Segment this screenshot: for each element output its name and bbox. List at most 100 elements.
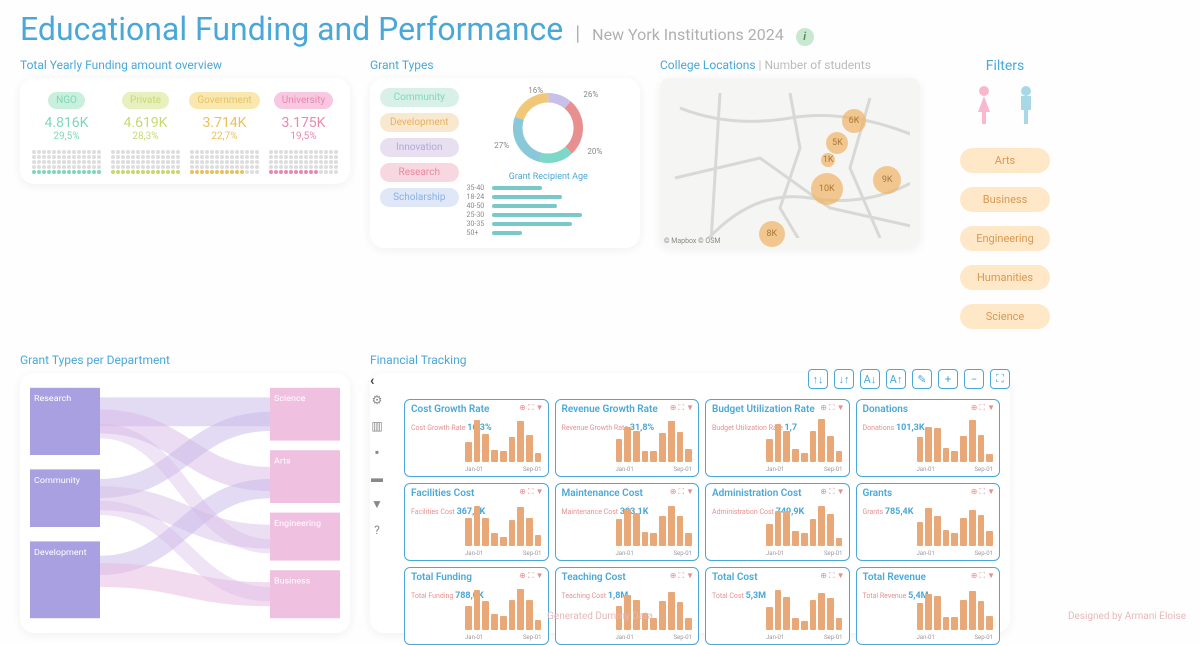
ft-card-action-icon[interactable]: ⛶ xyxy=(829,487,835,497)
sparkline-axis: Jan-01Sep-01 xyxy=(917,550,994,557)
ft-card[interactable]: Teaching CostTeaching Cost 1,8M⊕⛶▼Jan-01… xyxy=(555,567,700,645)
age-label: 35-40 xyxy=(467,184,489,192)
ft-card-action-icon[interactable]: ▼ xyxy=(686,487,694,497)
sankey-label: Arts xyxy=(274,457,291,467)
age-row: 35-40 xyxy=(467,184,630,192)
back-icon[interactable]: ‹ xyxy=(370,373,374,389)
sparkline-bars xyxy=(465,592,542,630)
ft-card[interactable]: DonationsDonations 101,3K⊕⛶▼Jan-01Sep-01 xyxy=(856,399,1001,477)
ft-card-action-icon[interactable]: ⊕ xyxy=(519,487,526,497)
filter-pill-engineering[interactable]: Engineering xyxy=(960,226,1050,251)
ft-card-action-icon[interactable]: ⛶ xyxy=(528,487,534,497)
ft-card-action-icon[interactable]: ▼ xyxy=(536,403,544,413)
ft-card[interactable]: Total RevenueTotal Revenue 5,4M⊕⛶▼Jan-01… xyxy=(856,567,1001,645)
ft-card[interactable]: Facilities CostFacilities Cost 367,5K⊕⛶▼… xyxy=(404,483,549,561)
ft-card[interactable]: Administration CostAdministration Cost 7… xyxy=(705,483,850,561)
ft-card-action-icon[interactable]: ⊕ xyxy=(971,403,978,413)
ft-card-action-icon[interactable]: ▼ xyxy=(536,487,544,497)
sparkline-bars xyxy=(766,508,843,546)
male-icon[interactable] xyxy=(1014,84,1038,128)
filter-pill-humanities[interactable]: Humanities xyxy=(960,265,1050,290)
ft-card-action-icon[interactable]: ▼ xyxy=(837,571,845,581)
ft-card-action-icon[interactable]: ⛶ xyxy=(678,403,684,413)
map-bubble[interactable]: 1K xyxy=(821,153,835,167)
fullscreen-icon[interactable]: ⛶ xyxy=(990,369,1010,389)
sparkline-bars xyxy=(766,592,843,630)
ft-card-action-icon[interactable]: ▼ xyxy=(686,403,694,413)
ft-card[interactable]: Total FundingTotal Funding 788,0K⊕⛶▼Jan-… xyxy=(404,567,549,645)
ft-card[interactable]: Total CostTotal Cost 5,3M⊕⛶▼Jan-01Sep-01 xyxy=(705,567,850,645)
brush-icon[interactable]: ✎ xyxy=(912,369,932,389)
ft-card-action-icon[interactable]: ⊕ xyxy=(971,571,978,581)
sort-az-icon[interactable]: A↓ xyxy=(860,369,880,389)
ft-card-action-icon[interactable]: ⊕ xyxy=(519,571,526,581)
ft-card-action-icon[interactable]: ▼ xyxy=(536,571,544,581)
grant-pill-scholarship[interactable]: Scholarship xyxy=(380,188,459,207)
sort-desc-icon[interactable]: ↓↑ xyxy=(834,369,854,389)
tag-icon[interactable]: ▬ xyxy=(370,471,384,485)
funding-pill[interactable]: University xyxy=(274,92,334,109)
ft-card-action-icon[interactable]: ⊕ xyxy=(820,571,827,581)
ft-card-action-icon[interactable]: ⊕ xyxy=(519,403,526,413)
ft-card-action-icon[interactable]: ⛶ xyxy=(979,571,985,581)
ft-card-action-icon[interactable]: ⛶ xyxy=(678,487,684,497)
grant-types-title: Grant Types xyxy=(370,58,640,72)
sort-za-icon[interactable]: A↑ xyxy=(886,369,906,389)
filter-pill-science[interactable]: Science xyxy=(960,304,1050,329)
info-icon[interactable]: i xyxy=(796,28,814,46)
map-bubble[interactable]: 10K xyxy=(811,173,843,205)
funding-pill[interactable]: Private xyxy=(122,92,169,109)
paint-icon[interactable]: ▪ xyxy=(370,445,384,459)
ft-card-action-icon[interactable]: ▼ xyxy=(987,403,995,413)
ft-card[interactable]: Cost Growth RateCost Growth Rate 16,3%⊕⛶… xyxy=(404,399,549,477)
zoom-out-icon[interactable]: − xyxy=(964,369,984,389)
gear-icon[interactable]: ⚙ xyxy=(370,393,384,407)
ft-card-action-icon[interactable]: ⊕ xyxy=(670,571,677,581)
ft-card-action-icon[interactable]: ▼ xyxy=(987,487,995,497)
ft-card-action-icon[interactable]: ⊕ xyxy=(670,487,677,497)
funding-overview-card: NGO4.816K29,5%Private4.619K28,3%Governme… xyxy=(20,78,350,184)
grant-types-section: Grant Types Community Development Innovati… xyxy=(370,58,640,248)
funding-pill[interactable]: NGO xyxy=(48,92,85,109)
ft-card-icons: ⊕⛶▼ xyxy=(670,571,694,581)
female-icon[interactable] xyxy=(972,84,996,128)
ft-card-action-icon[interactable]: ▼ xyxy=(686,571,694,581)
map-bubble[interactable]: 6K xyxy=(842,109,866,133)
funding-pill[interactable]: Government xyxy=(189,92,259,109)
sankey-label: Engineering xyxy=(274,519,321,529)
ft-card-action-icon[interactable]: ⛶ xyxy=(829,403,835,413)
grant-pill-innovation[interactable]: Innovation xyxy=(380,138,459,157)
ft-card-action-icon[interactable]: ⛶ xyxy=(829,571,835,581)
filter-icon[interactable]: ▼ xyxy=(370,497,384,511)
grant-pill-development[interactable]: Development xyxy=(380,113,459,132)
ft-card-action-icon[interactable]: ⛶ xyxy=(528,403,534,413)
ft-card-action-icon[interactable]: ▼ xyxy=(987,571,995,581)
ft-card-action-icon[interactable]: ⛶ xyxy=(678,571,684,581)
sparkline-axis: Jan-01Sep-01 xyxy=(766,550,843,557)
map-bubble[interactable]: 8K xyxy=(759,221,785,247)
filter-pill-business[interactable]: Business xyxy=(960,187,1050,212)
chart-icon[interactable]: ▥ xyxy=(370,419,384,433)
ft-card-action-icon[interactable]: ▼ xyxy=(837,403,845,413)
ft-card-action-icon[interactable]: ⊕ xyxy=(820,487,827,497)
ft-card[interactable]: Revenue Growth RateRevenue Growth Rate 3… xyxy=(555,399,700,477)
sparkline-axis: Jan-01Sep-01 xyxy=(917,466,994,473)
ft-card-action-icon[interactable]: ⊕ xyxy=(971,487,978,497)
ft-card-action-icon[interactable]: ▼ xyxy=(837,487,845,497)
ft-card-action-icon[interactable]: ⛶ xyxy=(979,403,985,413)
grant-pill-community[interactable]: Community xyxy=(380,88,459,107)
ft-card[interactable]: Budget Utilization RateBudget Utilizatio… xyxy=(705,399,850,477)
ft-card[interactable]: Maintenance CostMaintenance Cost 383,1K⊕… xyxy=(555,483,700,561)
ft-card-action-icon[interactable]: ⊕ xyxy=(820,403,827,413)
ft-card-action-icon[interactable]: ⛶ xyxy=(528,571,534,581)
ft-card[interactable]: GrantsGrants 785,4K⊕⛶▼Jan-01Sep-01 xyxy=(856,483,1001,561)
filter-pill-arts[interactable]: Arts xyxy=(960,148,1050,173)
ft-card-action-icon[interactable]: ⊕ xyxy=(670,403,677,413)
sort-asc-icon[interactable]: ↑↓ xyxy=(808,369,828,389)
help-icon[interactable]: ? xyxy=(370,523,384,537)
grant-pill-research[interactable]: Research xyxy=(380,163,459,182)
zoom-in-icon[interactable]: + xyxy=(938,369,958,389)
sankey-card[interactable]: ResearchCommunityDevelopment ScienceArts… xyxy=(20,373,350,633)
ft-card-action-icon[interactable]: ⛶ xyxy=(979,487,985,497)
map-card[interactable]: 6K5K1K10K9K8K © Mapbox © OSM xyxy=(660,78,920,248)
